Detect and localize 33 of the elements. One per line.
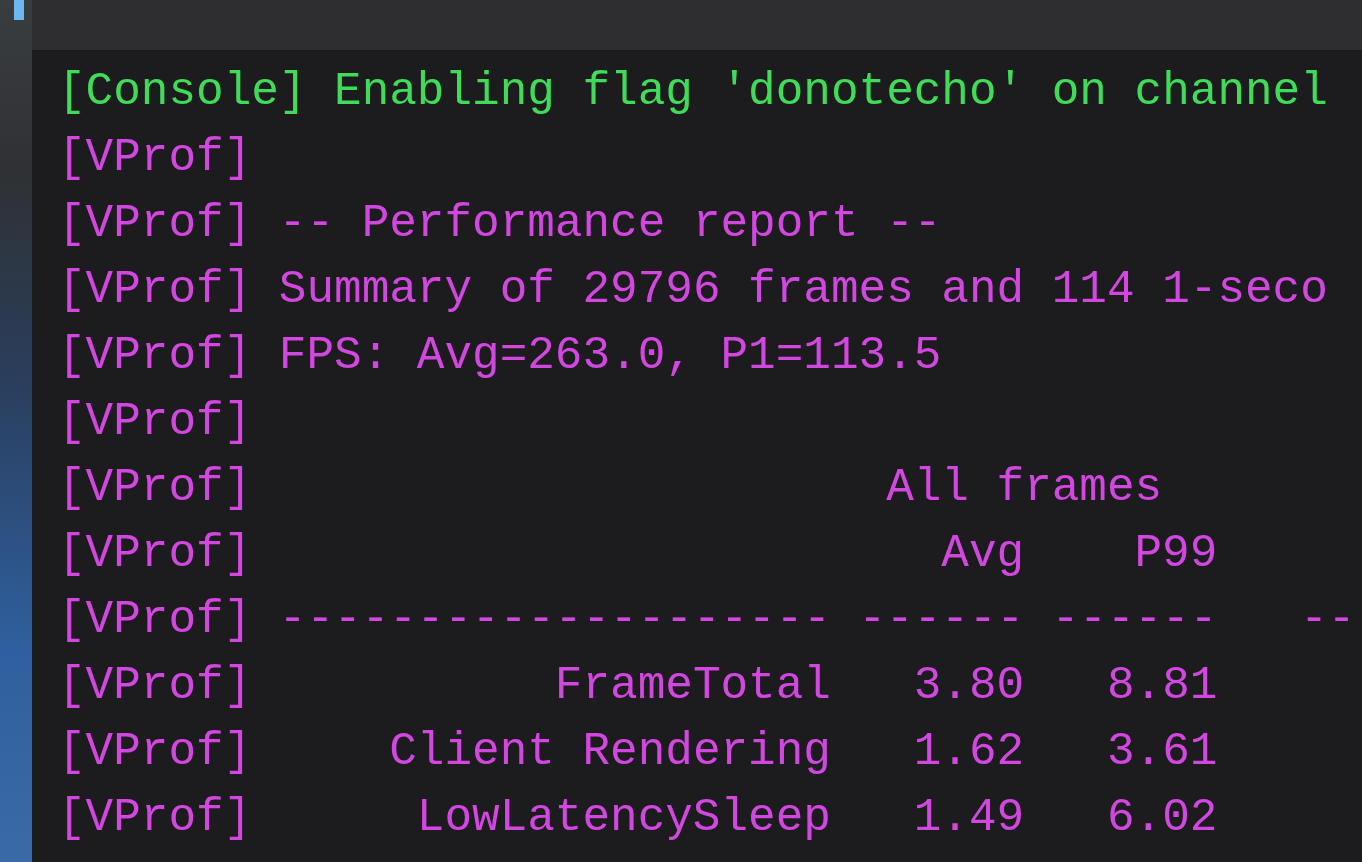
log-tag: [VProf] <box>58 389 252 455</box>
log-tag: [VProf] <box>58 455 252 521</box>
log-tag: [Console] <box>58 59 307 125</box>
column-divider: -- <box>1299 593 1356 648</box>
log-tag: [VProf] <box>58 587 252 653</box>
row-label: Client Rendering <box>388 725 831 780</box>
table-value: 6.02 <box>1105 791 1218 846</box>
log-tag: [VProf] <box>58 257 252 323</box>
log-tag: [VProf] <box>58 323 252 389</box>
log-tag: [VProf] <box>58 191 252 257</box>
column-header: Avg <box>940 527 1025 582</box>
table-value: 1.62 <box>912 725 1025 780</box>
accent-bar <box>14 0 24 20</box>
column-divider: ------ <box>1050 593 1218 648</box>
log-tag: [VProf] <box>58 125 252 191</box>
column-divider: ------ <box>857 593 1025 648</box>
log-tag: [VProf] <box>58 521 252 587</box>
column-group-label: All frames <box>885 461 1164 516</box>
table-value: 3.80 <box>912 659 1025 714</box>
log-message: FPS: Avg=263.0, P1=113.5 <box>278 329 942 384</box>
log-tag: [VProf] <box>58 653 252 719</box>
row-label: LowLatencySleep <box>415 791 831 846</box>
log-tag: [VProf] <box>58 719 252 785</box>
table-value: 3.61 <box>1105 725 1218 780</box>
row-label: FrameTotal <box>553 659 831 714</box>
log-tag: [VProf] <box>58 785 252 851</box>
log-message: -- Performance report -- <box>278 197 942 252</box>
column-divider: -------------------- <box>278 593 831 648</box>
table-value: 8.81 <box>1105 659 1218 714</box>
log-message: Summary of 29796 frames and 114 1-seco <box>278 263 1328 318</box>
log-message: Enabling flag 'donotecho' on channel <box>334 65 1328 120</box>
column-header: P99 <box>1133 527 1218 582</box>
table-value: 1.49 <box>912 791 1025 846</box>
